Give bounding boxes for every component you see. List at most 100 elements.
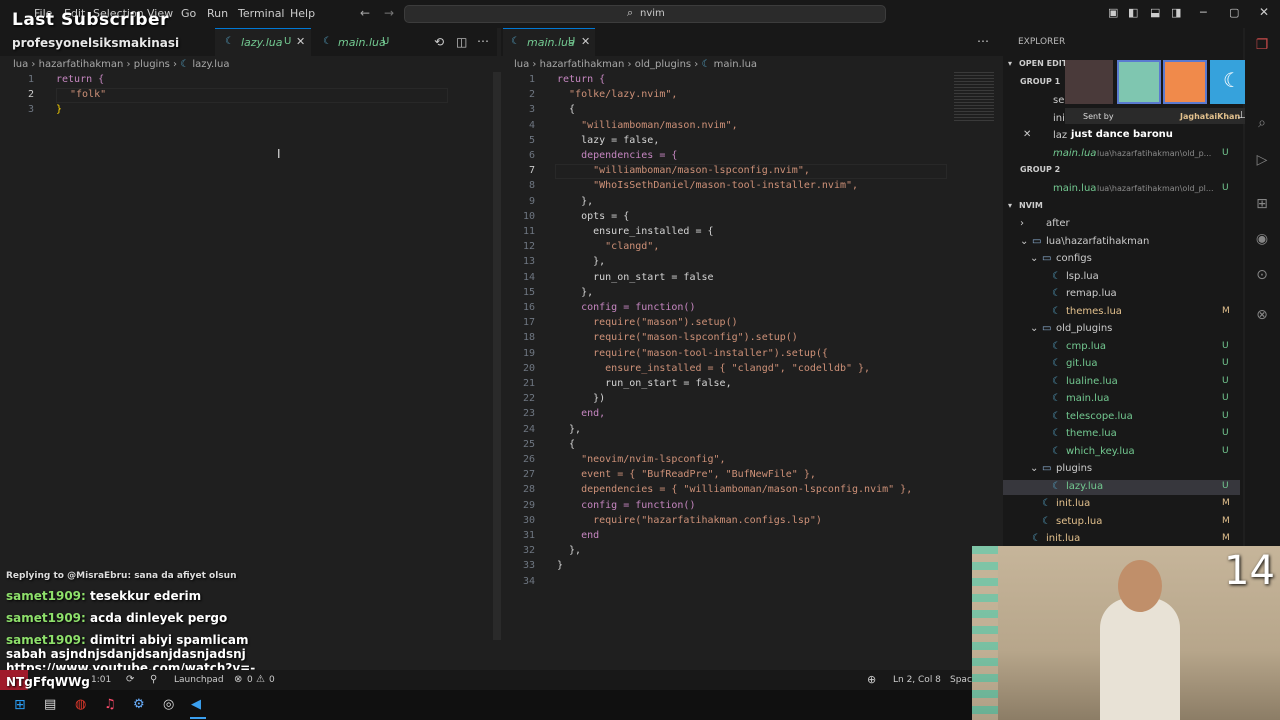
files-icon[interactable]: ❐ [1252, 37, 1272, 57]
tree-item[interactable]: lua\hazarfatihakman [1046, 236, 1149, 247]
lua-file-icon: ☾ [701, 59, 711, 70]
line-number: 12 [522, 241, 535, 253]
line-number: 10 [522, 210, 535, 222]
breadcrumb-item[interactable]: lazy.lua [192, 59, 229, 70]
toggle-sidebar-icon[interactable]: ◧ [1128, 6, 1138, 19]
group-1-header[interactable]: GROUP 1 [1020, 77, 1060, 86]
chevron-icon[interactable]: ⌄ [1030, 463, 1038, 474]
layout-icon[interactable]: ▣ [1108, 6, 1118, 19]
chevron-icon[interactable]: ⌄ [1030, 253, 1038, 264]
error-icon[interactable]: ⊗ [234, 674, 242, 685]
menu-run[interactable]: Run [207, 7, 228, 20]
tree-item[interactable]: which_key.lua [1066, 446, 1135, 457]
lua-file-icon: ☾ [1052, 480, 1061, 492]
tree-item[interactable]: lualine.lua [1066, 376, 1118, 387]
toggle-secondary-sidebar-icon[interactable]: ◨ [1171, 6, 1181, 19]
settings-app-icon[interactable]: ⚙ [133, 697, 145, 712]
tree-item[interactable]: telescope.lua [1066, 411, 1133, 422]
extensions-icon[interactable]: ⊞ [1252, 196, 1272, 216]
launchpad-label[interactable]: Launchpad [174, 675, 224, 685]
menu-help[interactable]: Help [290, 7, 315, 20]
explorer-title: EXPLORER [1018, 37, 1066, 47]
tree-item[interactable]: plugins [1056, 463, 1092, 474]
chevron-icon[interactable]: › [1020, 218, 1024, 229]
tree-item[interactable]: theme.lua [1066, 428, 1117, 439]
close-tab-icon[interactable]: ✕ [581, 35, 590, 48]
breadcrumb-item[interactable]: hazarfatihakman [540, 59, 625, 70]
obs-icon[interactable]: ◎ [163, 697, 174, 712]
close-editor-icon[interactable]: ✕ [1023, 129, 1031, 140]
code-line: "williamboman/mason-lspconfig.nvim", [557, 165, 810, 177]
warning-icon[interactable]: ⚠ [256, 674, 265, 685]
open-editor-item[interactable]: se [1053, 95, 1064, 106]
tree-item[interactable]: setup.lua [1056, 516, 1102, 527]
tab-status: U [568, 36, 576, 47]
search-icon[interactable]: ⌕ [1252, 115, 1272, 135]
back-arrow-icon[interactable]: ← [360, 6, 370, 20]
error-count[interactable]: 0 [247, 675, 253, 685]
chevron-icon[interactable]: ⌄ [1020, 236, 1028, 247]
breadcrumb-item[interactable]: old_plugins [635, 59, 691, 70]
cursor-position[interactable]: Ln 2, Col 8 [893, 675, 941, 685]
chevron-down-icon[interactable]: ▾ [1008, 59, 1012, 68]
tree-item[interactable]: init.lua [1046, 533, 1080, 544]
close-window-icon[interactable]: ✕ [1259, 5, 1269, 19]
line-number: 18 [522, 332, 535, 344]
menu-go[interactable]: Go [181, 7, 196, 20]
tree-item[interactable]: main.lua [1066, 393, 1109, 404]
tree-item[interactable]: init.lua [1056, 498, 1090, 509]
settings-sync-icon[interactable]: ⊗ [1252, 307, 1272, 327]
zoom-icon[interactable]: ⊕ [867, 673, 876, 686]
tree-item[interactable]: themes.lua [1066, 306, 1122, 317]
code-line: { [557, 438, 576, 450]
music-icon[interactable]: ♫ [104, 697, 116, 712]
windows-start-icon[interactable]: ⊞ [14, 697, 26, 713]
open-editor-item[interactable]: ini [1053, 113, 1065, 124]
git-status-badge: U [1222, 480, 1229, 491]
more-actions-icon[interactable]: ⋯ [477, 34, 489, 48]
tree-item[interactable]: git.lua [1066, 358, 1097, 369]
breadcrumb-item[interactable]: plugins [134, 59, 170, 70]
open-editor-item[interactable]: main.lua [1053, 148, 1096, 159]
vscode-icon[interactable]: ◀ [191, 697, 201, 712]
chrome-icon[interactable]: ◍ [75, 697, 86, 712]
github-icon[interactable]: ◉ [1252, 231, 1272, 251]
tree-item[interactable]: lsp.lua [1066, 271, 1099, 282]
workspace-root[interactable]: NVIM [1019, 201, 1043, 210]
more-actions-icon[interactable]: ⋯ [977, 34, 989, 48]
toggle-panel-icon[interactable]: ⬓ [1150, 6, 1160, 19]
remote-explorer-icon[interactable]: ⊙ [1252, 267, 1272, 287]
tree-item[interactable]: after [1046, 218, 1070, 229]
run-debug-icon[interactable]: ▷ [1252, 152, 1272, 172]
minimap[interactable] [954, 72, 994, 122]
current-line-highlight [56, 88, 448, 103]
open-editor-item[interactable]: main.lua [1053, 183, 1096, 194]
tab-label: lazy.lua [241, 36, 283, 49]
tree-item[interactable]: old_plugins [1056, 323, 1112, 334]
left-scrollbar[interactable] [493, 72, 501, 640]
tree-item[interactable]: remap.lua [1066, 288, 1117, 299]
breadcrumb-item[interactable]: lua [514, 59, 529, 70]
open-editor-item[interactable]: laz [1053, 130, 1067, 141]
open-changes-icon[interactable]: ⟲ [434, 35, 444, 49]
group-2-header[interactable]: GROUP 2 [1020, 165, 1060, 174]
breadcrumb-item[interactable]: main.lua [714, 59, 757, 70]
indentation[interactable]: Spac [950, 675, 972, 685]
forward-arrow-icon[interactable]: → [384, 6, 394, 20]
tree-item[interactable]: configs [1056, 253, 1092, 264]
tree-item[interactable]: lazy.lua [1066, 481, 1103, 492]
chevron-down-icon[interactable]: ▾ [1008, 201, 1012, 210]
maximize-icon[interactable]: ▢ [1229, 6, 1239, 19]
split-editor-icon[interactable]: ◫ [456, 35, 467, 49]
chevron-icon[interactable]: ⌄ [1030, 323, 1038, 334]
breadcrumb-item[interactable]: hazarfatihakman [39, 59, 124, 70]
close-tab-icon[interactable]: ✕ [296, 35, 305, 48]
breadcrumb-item[interactable]: lua [13, 59, 28, 70]
tree-item[interactable]: cmp.lua [1066, 341, 1106, 352]
terminal-icon[interactable]: ▤ [44, 697, 56, 712]
launchpad-icon[interactable]: ⚲ [150, 674, 157, 685]
menu-terminal[interactable]: Terminal [238, 7, 285, 20]
git-sync-icon[interactable]: ⟳ [126, 674, 134, 685]
minimize-icon[interactable]: ─ [1200, 6, 1207, 19]
warning-count[interactable]: 0 [269, 675, 275, 685]
